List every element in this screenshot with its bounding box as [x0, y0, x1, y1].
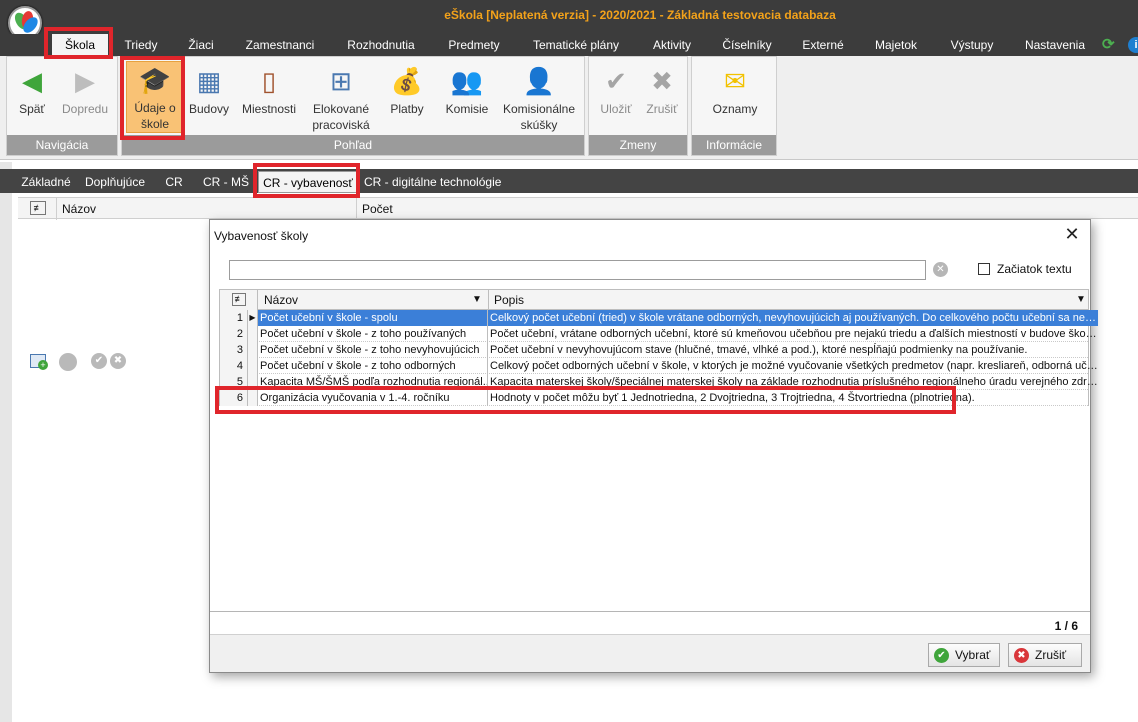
group-label-navigacia: Navigácia: [7, 135, 117, 155]
cancel-icon: ✖: [1014, 648, 1029, 663]
group-zmeny: ✔ Uložiť ✖ Zrušiť Zmeny: [588, 56, 688, 156]
zaciatok-textu-checkbox[interactable]: [978, 263, 990, 275]
table-header: ≢ Názov ▼ Popis ▼: [220, 290, 1088, 310]
arrow-right-icon: ▶: [75, 66, 95, 96]
current-row-icon: ▶: [248, 310, 258, 326]
graduation-cap-icon: 🎓: [138, 65, 172, 95]
building-icon: ▦: [196, 66, 222, 96]
menu-zamestnanci[interactable]: Zamestnanci: [240, 34, 320, 56]
cancel-edit-icon[interactable]: ✖: [110, 353, 126, 369]
grid-col-pocet[interactable]: Počet: [362, 202, 393, 216]
detail-tabstrip: Základné Doplňujúce CR CR - MŠ CR - vyba…: [0, 169, 1138, 193]
forward-button[interactable]: ▶ Dopredu: [57, 59, 113, 117]
oznamy-button[interactable]: ✉ Oznamy: [698, 59, 772, 117]
money-icon: 💰: [390, 66, 424, 96]
envelope-icon: ✉: [724, 66, 746, 96]
budovy-button[interactable]: ▦ Budovy: [186, 59, 232, 117]
row-counter: 1 / 6: [1054, 619, 1078, 633]
back-button[interactable]: ◀ Späť: [11, 59, 53, 117]
table-row[interactable]: 1 ▶ Počet učební v škole - spolu Celkový…: [220, 310, 1098, 326]
group-navigacia: ◀ Späť ▶ Dopredu Navigácia: [6, 56, 118, 156]
group-informacie: ✉ Oznamy Informácie: [691, 56, 777, 156]
column-chooser-icon[interactable]: ≢: [220, 290, 258, 310]
udaje-o-skole-button[interactable]: 🎓 Údaje o škole: [126, 61, 184, 133]
search-input[interactable]: [229, 260, 926, 280]
window-title: eŠkola [Neplatená verzia] - 2020/2021 - …: [444, 8, 836, 22]
person-icon: 👤: [522, 66, 556, 96]
group-label-informacie: Informácie: [692, 135, 776, 155]
miestnosti-button[interactable]: ▯ Miestnosti: [238, 59, 300, 117]
committee-icon: 👥: [450, 66, 484, 96]
menu-ciselniky[interactable]: Číselníky: [716, 34, 778, 56]
tab-cr[interactable]: CR: [160, 171, 188, 193]
menu-majetok[interactable]: Majetok: [866, 34, 926, 56]
close-icon[interactable]: ✕: [1062, 224, 1082, 244]
tab-zakladne[interactable]: Základné: [14, 171, 78, 193]
plus-icon: +: [38, 360, 48, 370]
menu-externe[interactable]: Externé: [796, 34, 850, 56]
menu-skola[interactable]: Škola: [52, 34, 108, 56]
filter-nazov-icon[interactable]: ▼: [472, 290, 482, 310]
group-pohlad: 🎓 Údaje o škole ▦ Budovy ▯ Miestnosti ⊞ …: [121, 56, 585, 156]
menu-vystupy[interactable]: Výstupy: [942, 34, 1002, 56]
tab-cr-vybavenost[interactable]: CR - vybavenosť: [258, 171, 358, 193]
cancel-icon: ✖: [651, 66, 673, 96]
menu-rozhodnutia[interactable]: Rozhodnutia: [340, 34, 422, 56]
komisie-button[interactable]: 👥 Komisie: [440, 59, 494, 117]
ulozit-button[interactable]: ✔ Uložiť: [593, 59, 639, 117]
tab-cr-digitalne-technologie[interactable]: CR - digitálne technológie: [364, 171, 501, 193]
door-icon: ▯: [261, 66, 277, 96]
table-row[interactable]: 2 Počet učební v škole - z toho používan…: [220, 326, 1098, 342]
left-splitter: [0, 162, 12, 722]
column-chooser-icon[interactable]: ≢: [30, 201, 46, 215]
tab-cr-ms[interactable]: CR - MŠ: [200, 171, 252, 193]
menu-tematicke-plany[interactable]: Tematické plány: [526, 34, 626, 56]
zrusit-ribbon-button[interactable]: ✖ Zrušiť: [639, 59, 685, 117]
vybavenost-table: ≢ Názov ▼ Popis ▼ 1 ▶ Počet učební v ško…: [219, 289, 1098, 406]
table-row[interactable]: 6 Organizácia vyučovania v 1.-4. ročníku…: [220, 390, 1088, 406]
zaciatok-textu-label: Začiatok textu: [997, 262, 1072, 276]
komisionalne-skusky-button[interactable]: 👤 Komisionálne skúšky: [498, 59, 580, 133]
remove-row-icon[interactable]: [59, 353, 77, 371]
menu-aktivity[interactable]: Aktivity: [644, 34, 700, 56]
confirm-icon[interactable]: ✔: [91, 353, 107, 369]
pager-divider: [210, 611, 1090, 612]
elokovane-pracoviska-button[interactable]: ⊞ Elokované pracoviská: [308, 59, 374, 133]
filter-popis-icon[interactable]: ▼: [1076, 290, 1086, 310]
main-menu-bar: Škola Triedy Žiaci Zamestnanci Rozhodnut…: [0, 34, 1138, 56]
menu-triedy[interactable]: Triedy: [116, 34, 166, 56]
tab-doplnujuce[interactable]: Doplňujúce: [82, 171, 148, 193]
table-row[interactable]: 4 Počet učební v škole - z toho odbornýc…: [220, 358, 1098, 374]
menu-predmety[interactable]: Predmety: [442, 34, 506, 56]
main-grid-header: ≢ Názov Počet: [18, 197, 1138, 220]
vybrat-button[interactable]: ✔ Vybrať: [928, 643, 1000, 667]
grid-col-nazov[interactable]: Názov: [62, 202, 96, 216]
arrow-left-icon: ◀: [22, 66, 42, 96]
workplace-icon: ⊞: [330, 66, 352, 96]
group-label-pohlad: Pohľad: [122, 135, 584, 155]
table-row[interactable]: 5 Kapacita MŠ/ŠMŠ podľa rozhodnutia regi…: [220, 374, 1098, 390]
menu-ziaci[interactable]: Žiaci: [176, 34, 226, 56]
clear-search-icon[interactable]: ✕: [933, 262, 948, 277]
group-label-zmeny: Zmeny: [589, 135, 687, 155]
dialog-button-bar: ✔ Vybrať ✖ Zrušiť: [210, 634, 1090, 672]
check-icon: ✔: [605, 66, 627, 96]
help-icon[interactable]: i: [1128, 37, 1138, 53]
zrusit-button[interactable]: ✖ Zrušiť: [1008, 643, 1082, 667]
col-header-popis[interactable]: Popis: [494, 290, 524, 310]
dialog-title: Vybavenosť školy: [214, 229, 309, 243]
platby-button[interactable]: 💰 Platby: [384, 59, 430, 117]
table-row[interactable]: 3 Počet učební v škole - z toho nevyhovu…: [220, 342, 1088, 358]
menu-nastavenia[interactable]: Nastavenia: [1018, 34, 1092, 56]
ribbon: ◀ Späť ▶ Dopredu Navigácia 🎓 Údaje o ško…: [0, 56, 1138, 160]
check-icon: ✔: [934, 648, 949, 663]
refresh-icon[interactable]: ⟳: [1102, 37, 1118, 53]
vybavenost-skoly-dialog: Vybavenosť školy ✕ ✕ Začiatok textu ≢ Ná…: [209, 219, 1098, 673]
col-header-nazov[interactable]: Názov: [264, 290, 298, 310]
